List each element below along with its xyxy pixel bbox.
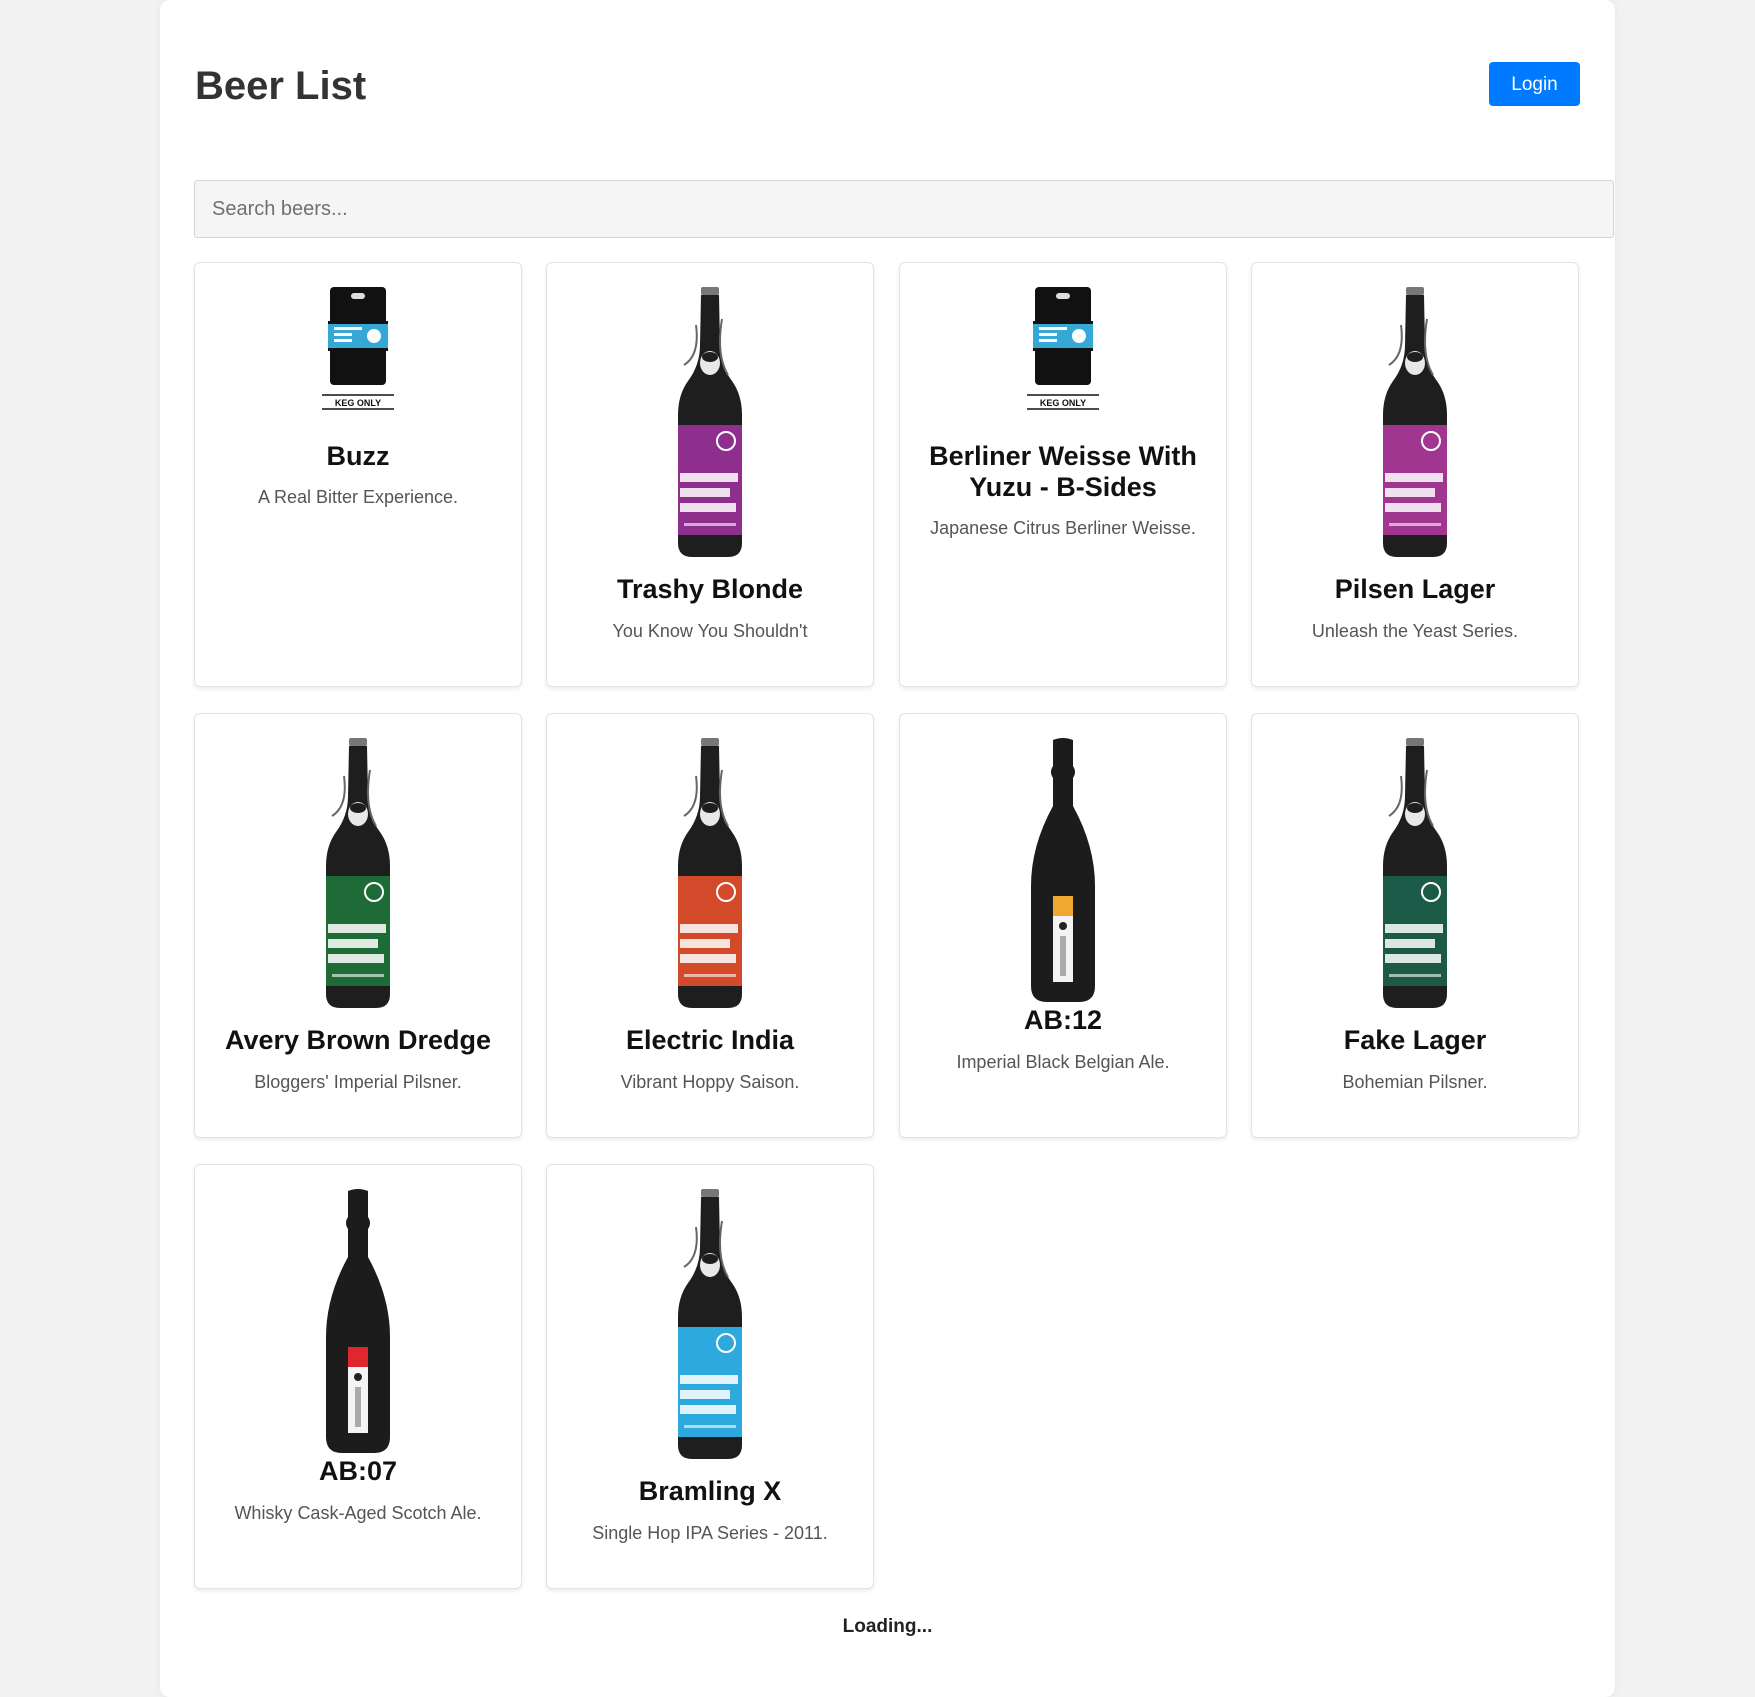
beer-image	[900, 736, 1226, 1011]
beer-name: Fake Lager	[1343, 1025, 1487, 1055]
beer-card[interactable]: AB:12 Imperial Black Belgian Ale.	[899, 713, 1227, 1138]
search-input[interactable]	[194, 180, 1614, 238]
beer-name: AB:07	[318, 1456, 398, 1486]
beer-name: Trashy Blonde	[616, 574, 804, 604]
login-button[interactable]: Login	[1489, 62, 1580, 106]
bottle-icon	[1383, 738, 1447, 1008]
svg-text:KEG ONLY: KEG ONLY	[1040, 398, 1086, 408]
beer-name: Pilsen Lager	[1334, 574, 1496, 604]
bottle-icon	[678, 1189, 742, 1459]
beer-name: Berliner Weisse With Yuzu - B-Sides	[929, 441, 1197, 502]
keg-icon: KEG ONLY	[1027, 287, 1099, 410]
beer-tagline: Unleash the Yeast Series.	[1311, 621, 1519, 641]
bottle-icon	[678, 287, 742, 557]
beer-image	[1252, 736, 1578, 1011]
beer-card[interactable]: Fake Lager Bohemian Pilsner.	[1251, 713, 1579, 1138]
main-container: Beer List Login KEG ONLY Buzz A Real Bitte…	[160, 0, 1615, 1697]
beer-name: Bramling X	[638, 1476, 782, 1506]
beer-image	[1252, 285, 1578, 560]
beer-tagline: Japanese Citrus Berliner Weisse.	[930, 518, 1196, 538]
beer-card[interactable]: Bramling X Single Hop IPA Series - 2011.	[546, 1164, 874, 1589]
beer-card[interactable]: Electric India Vibrant Hoppy Saison.	[546, 713, 874, 1138]
beer-image	[195, 736, 521, 1011]
beer-image: KEG ONLY	[195, 285, 521, 560]
beer-image	[547, 285, 873, 560]
tall-bottle-icon	[326, 1189, 390, 1453]
beer-tagline: A Real Bitter Experience.	[257, 487, 459, 507]
beer-card[interactable]: Trashy Blonde You Know You Shouldn't	[546, 262, 874, 687]
beer-tagline: Bohemian Pilsner.	[1342, 1072, 1488, 1092]
beer-tagline: Single Hop IPA Series - 2011.	[592, 1523, 828, 1543]
keg-icon: KEG ONLY	[322, 287, 394, 410]
beer-name: Electric India	[625, 1025, 795, 1055]
bottle-icon	[326, 738, 390, 1008]
header: Beer List Login	[160, 0, 1615, 150]
beer-card[interactable]: KEG ONLY Berliner Weisse With Yuzu - B-Si…	[899, 262, 1227, 687]
beer-name: Avery Brown Dredge	[224, 1025, 492, 1055]
bottle-icon	[1383, 287, 1447, 557]
svg-text:KEG ONLY: KEG ONLY	[335, 398, 381, 408]
beer-image	[547, 1187, 873, 1462]
bottle-icon	[678, 738, 742, 1008]
beer-name: AB:12	[1023, 1005, 1103, 1035]
beer-tagline: Imperial Black Belgian Ale.	[956, 1052, 1170, 1072]
loading-indicator: Loading...	[842, 1616, 933, 1637]
beer-card[interactable]: AB:07 Whisky Cask-Aged Scotch Ale.	[194, 1164, 522, 1589]
tall-bottle-icon	[1031, 738, 1095, 1002]
beer-name: Buzz	[326, 441, 390, 471]
beer-card[interactable]: KEG ONLY Buzz A Real Bitter Experience.	[194, 262, 522, 687]
beer-tagline: You Know You Shouldn't	[612, 621, 808, 641]
beer-card[interactable]: Avery Brown Dredge Bloggers' Imperial Pil…	[194, 713, 522, 1138]
beer-image	[195, 1187, 521, 1462]
page-title: Beer List	[195, 64, 367, 108]
beer-tagline: Whisky Cask-Aged Scotch Ale.	[234, 1503, 482, 1523]
beer-image	[547, 736, 873, 1011]
beer-card[interactable]: Pilsen Lager Unleash the Yeast Series.	[1251, 262, 1579, 687]
beer-tagline: Vibrant Hoppy Saison.	[620, 1072, 800, 1092]
beer-tagline: Bloggers' Imperial Pilsner.	[254, 1072, 462, 1092]
